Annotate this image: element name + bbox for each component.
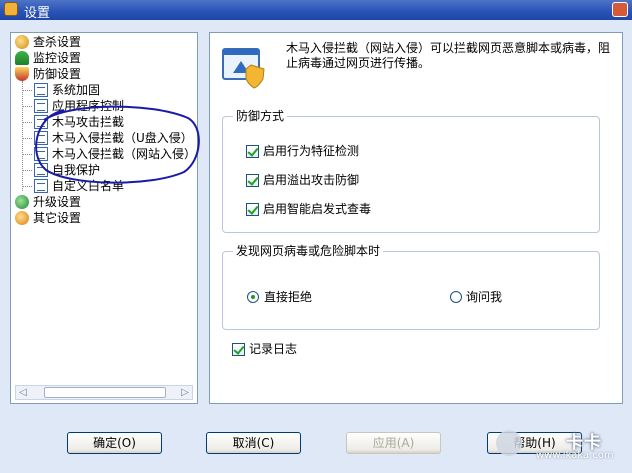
settings-panel: 木马入侵拦截（网站入侵）可以拦截网页恶意脚本或病毒，阻止病毒通过网页进行传播。 …: [209, 32, 623, 404]
tree-item-label: 监控设置: [33, 51, 82, 65]
tree-connector: [22, 154, 32, 155]
defense-settings-icon: [15, 67, 29, 81]
behavior-detection-checkbox[interactable]: [246, 145, 259, 158]
tree-item-label: 其它设置: [33, 211, 82, 225]
cancel-button[interactable]: 取消(C): [206, 432, 301, 454]
tree-connector: [22, 170, 32, 171]
apply-button[interactable]: 应用(A): [346, 432, 441, 454]
group-legend: 防御方式: [233, 109, 288, 123]
scroll-right-icon[interactable]: ▷: [178, 386, 192, 399]
tree-item-label: 系统加固: [52, 83, 101, 97]
title-bar: 设置: [0, 0, 632, 21]
document-icon: [34, 115, 48, 129]
tree-item-label: 升级设置: [33, 195, 82, 209]
tree-connector: [22, 138, 32, 139]
tree-item-label: 木马入侵拦截（U盘入侵）: [52, 131, 193, 145]
settings-tree: 查杀设置 监控设置 防御设置 系统加固 应用程序控制 木马攻击拦截 木马入侵拦截…: [10, 32, 198, 404]
checkbox-label: 启用智能启发式查毒: [263, 202, 372, 216]
tree-item-label: 木马入侵拦截（网站入侵）: [52, 147, 197, 161]
overflow-defense-checkbox[interactable]: [246, 174, 259, 187]
radio-label: 询问我: [466, 290, 503, 304]
tree-connector: [22, 81, 23, 191]
scan-settings-icon: [15, 35, 29, 49]
document-icon: [34, 99, 48, 113]
document-icon: [34, 163, 48, 177]
tree-item-label: 自我保护: [52, 163, 101, 177]
tree-item-label: 自定义白名单: [52, 179, 125, 193]
checkbox-label: 记录日志: [249, 342, 298, 356]
record-log-checkbox[interactable]: [232, 343, 245, 356]
document-icon: [34, 147, 48, 161]
upgrade-settings-icon: [15, 195, 29, 209]
web-shield-icon: [222, 48, 265, 89]
tree-item-label: 应用程序控制: [52, 99, 125, 113]
heuristic-scan-checkbox[interactable]: [246, 203, 259, 216]
tree-connector: [22, 186, 32, 187]
watermark-logo-icon: [496, 430, 522, 456]
tree-connector: [22, 106, 32, 107]
window-title: 设置: [24, 6, 51, 21]
tree-item-label: 防御设置: [33, 67, 82, 81]
document-icon: [34, 83, 48, 97]
scrollbar-thumb[interactable]: [44, 387, 166, 398]
tree-item-label: 木马攻击拦截: [52, 115, 125, 129]
ok-button[interactable]: 确定(O): [67, 432, 162, 454]
group-legend: 发现网页病毒或危险脚本时: [233, 244, 384, 258]
other-settings-icon: [15, 211, 29, 225]
document-icon: [34, 131, 48, 145]
ask-me-radio[interactable]: [450, 291, 462, 303]
monitor-settings-icon: [15, 51, 29, 65]
panel-description: 木马入侵拦截（网站入侵）可以拦截网页恶意脚本或病毒，阻止病毒通过网页进行传播。: [286, 41, 611, 70]
watermark-site: www.ikaka.com: [536, 450, 614, 461]
checkbox-label: 启用溢出攻击防御: [263, 173, 360, 187]
tree-horizontal-scrollbar[interactable]: ◁ ▷: [15, 385, 193, 400]
close-icon[interactable]: [612, 2, 628, 17]
reject-directly-radio[interactable]: [247, 291, 259, 303]
document-icon: [34, 179, 48, 193]
radio-label: 直接拒绝: [264, 290, 313, 304]
app-shield-icon: [4, 2, 18, 16]
watermark: 卡卡 www.ikaka.com: [496, 428, 628, 466]
scroll-left-icon[interactable]: ◁: [16, 386, 30, 399]
checkbox-label: 启用行为特征检测: [263, 144, 360, 158]
settings-window: 设置 查杀设置 监控设置 防御设置 系统加固 应用程序控制 木马攻击拦截 木马入…: [0, 0, 632, 473]
tree-item-label: 查杀设置: [33, 35, 82, 49]
tree-connector: [22, 122, 32, 123]
tree-connector: [22, 90, 32, 91]
